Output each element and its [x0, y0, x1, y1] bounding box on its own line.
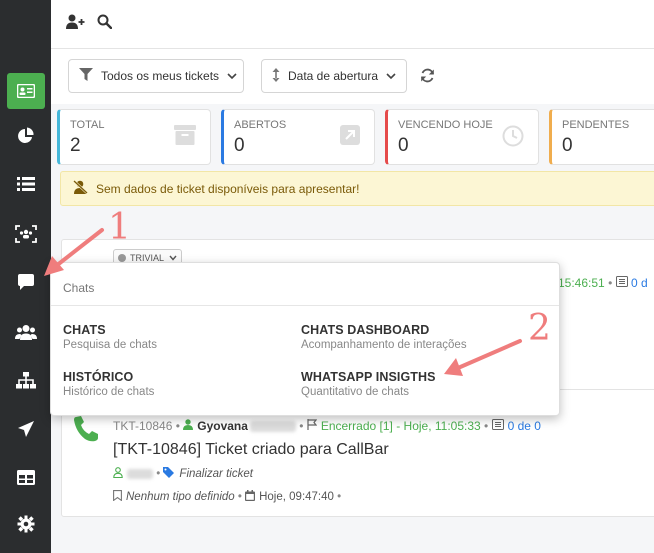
annotation-number-1: 1: [108, 207, 131, 248]
annotation-arrow-1: [44, 228, 104, 276]
annotation-arrow-2: [444, 339, 522, 376]
annotation-layer: [44, 228, 522, 376]
annotation-number-2: 2: [528, 308, 551, 349]
